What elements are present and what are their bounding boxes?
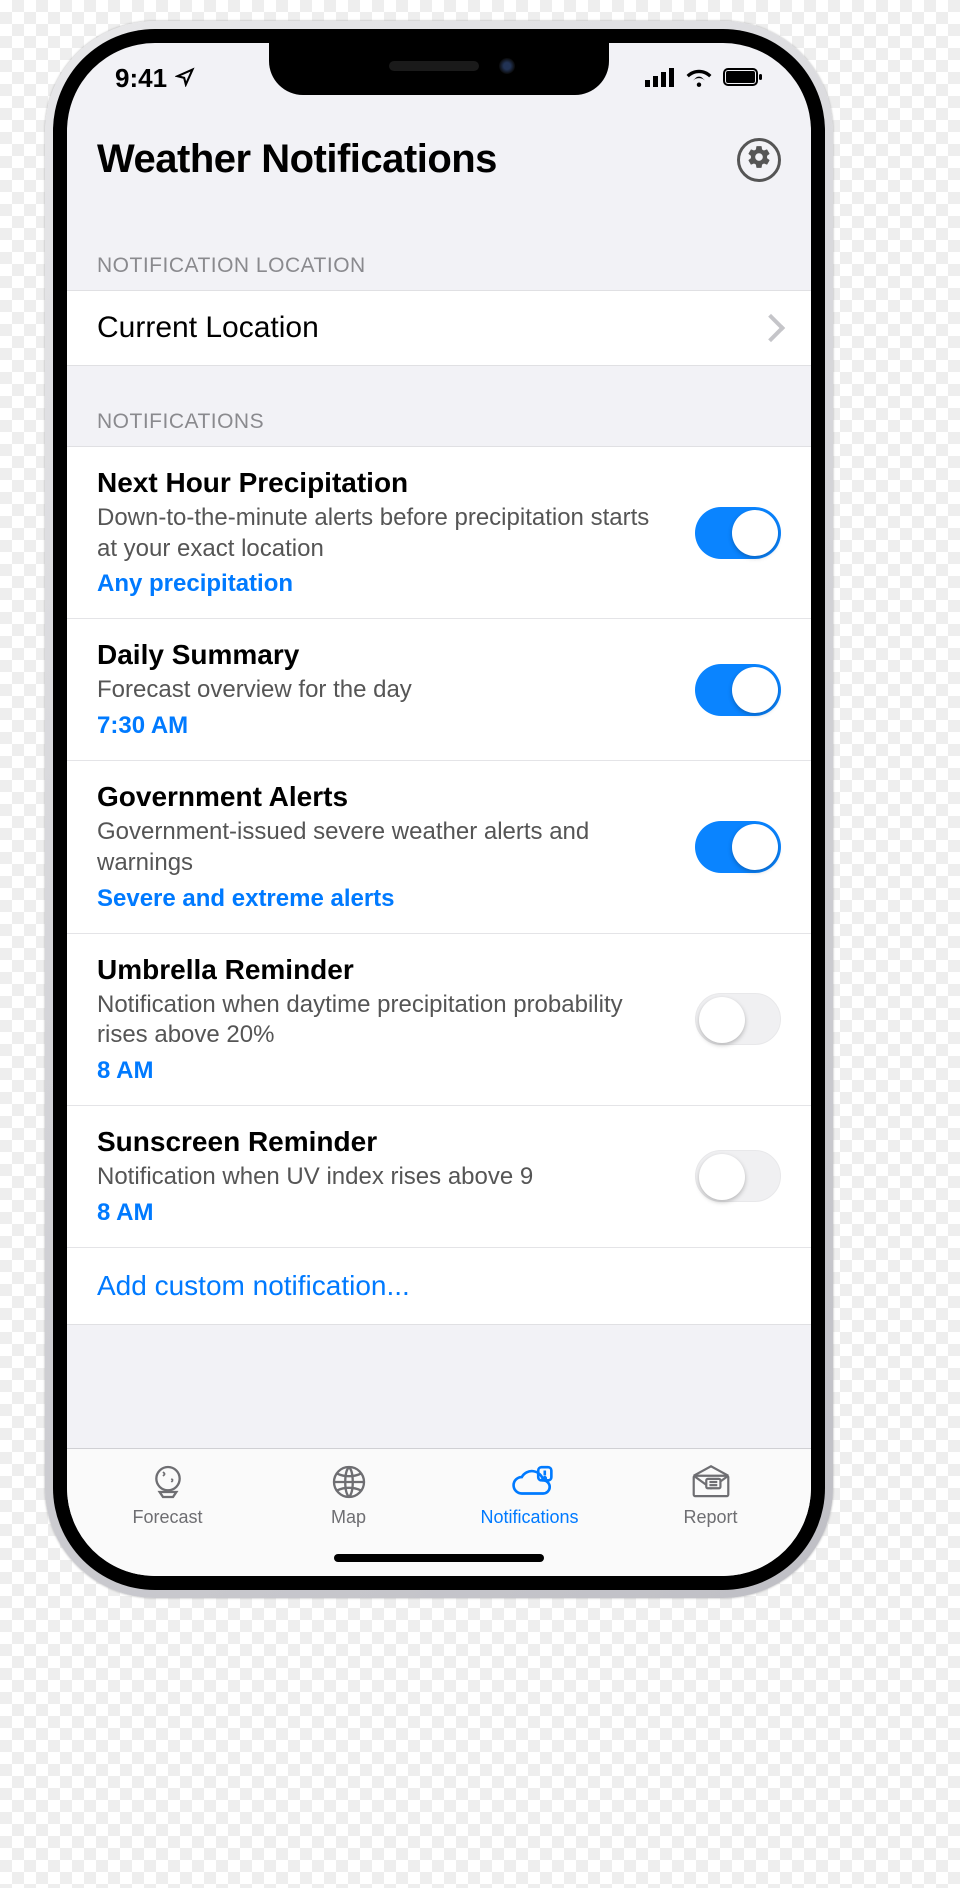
location-icon (175, 63, 195, 94)
toggle-daily[interactable] (695, 664, 781, 716)
crystal-ball-icon (148, 1461, 188, 1503)
row-option-link[interactable]: Severe and extreme alerts (97, 885, 675, 913)
section-header-location: NOTIFICATION LOCATION (67, 200, 811, 290)
tab-report[interactable]: Report (620, 1461, 801, 1576)
home-indicator[interactable] (334, 1554, 544, 1562)
section-header-notifications: NOTIFICATIONS (67, 366, 811, 446)
row-title: Government Alerts (97, 781, 675, 813)
row-title: Sunscreen Reminder (97, 1126, 675, 1158)
page-title: Weather Notifications (97, 137, 497, 182)
location-row[interactable]: Current Location (67, 291, 811, 365)
page-header: Weather Notifications (67, 113, 811, 200)
tab-label: Map (331, 1507, 366, 1528)
row-title: Next Hour Precipitation (97, 467, 675, 499)
cellular-icon (645, 63, 675, 94)
notification-row-daily: Daily Summary Forecast overview for the … (67, 619, 811, 761)
toggle-umbrella[interactable] (695, 993, 781, 1045)
notch (269, 43, 609, 95)
tab-forecast[interactable]: Forecast (77, 1461, 258, 1576)
add-custom-row[interactable]: Add custom notification... (67, 1248, 811, 1324)
gear-icon (746, 144, 772, 175)
row-desc: Forecast overview for the day (97, 675, 675, 706)
settings-button[interactable] (737, 138, 781, 182)
wifi-icon (685, 63, 713, 94)
chevron-right-icon (761, 318, 781, 338)
row-desc: Down-to-the-minute alerts before precipi… (97, 503, 675, 564)
row-desc: Notification when UV index rises above 9 (97, 1162, 675, 1193)
notification-row-umbrella: Umbrella Reminder Notification when dayt… (67, 934, 811, 1106)
row-option-link[interactable]: 8 AM (97, 1057, 675, 1085)
row-option-link[interactable]: 8 AM (97, 1199, 675, 1227)
row-option-link[interactable]: 7:30 AM (97, 712, 675, 740)
screen: 9:41 Weath (67, 43, 811, 1576)
notification-row-gov: Government Alerts Government-issued seve… (67, 761, 811, 933)
add-custom-label: Add custom notification... (97, 1270, 410, 1302)
notification-row-next-hour: Next Hour Precipitation Down-to-the-minu… (67, 447, 811, 619)
tab-label: Report (683, 1507, 737, 1528)
toggle-sunscreen[interactable] (695, 1150, 781, 1202)
tab-label: Notifications (480, 1507, 578, 1528)
battery-icon (723, 63, 763, 94)
row-option-link[interactable]: Any precipitation (97, 570, 675, 598)
row-desc: Notification when daytime precipitation … (97, 990, 675, 1051)
location-value: Current Location (97, 311, 741, 345)
phone-frame: 9:41 Weath (45, 21, 833, 1598)
tab-label: Forecast (132, 1507, 202, 1528)
row-desc: Government-issued severe weather alerts … (97, 817, 675, 878)
row-title: Daily Summary (97, 639, 675, 671)
globe-icon (329, 1461, 369, 1503)
envelope-icon (689, 1461, 733, 1503)
clock: 9:41 (115, 63, 167, 94)
cloud-alert-icon (507, 1461, 553, 1503)
toggle-gov[interactable] (695, 821, 781, 873)
notification-row-sunscreen: Sunscreen Reminder Notification when UV … (67, 1106, 811, 1248)
toggle-next-hour[interactable] (695, 507, 781, 559)
row-title: Umbrella Reminder (97, 954, 675, 986)
